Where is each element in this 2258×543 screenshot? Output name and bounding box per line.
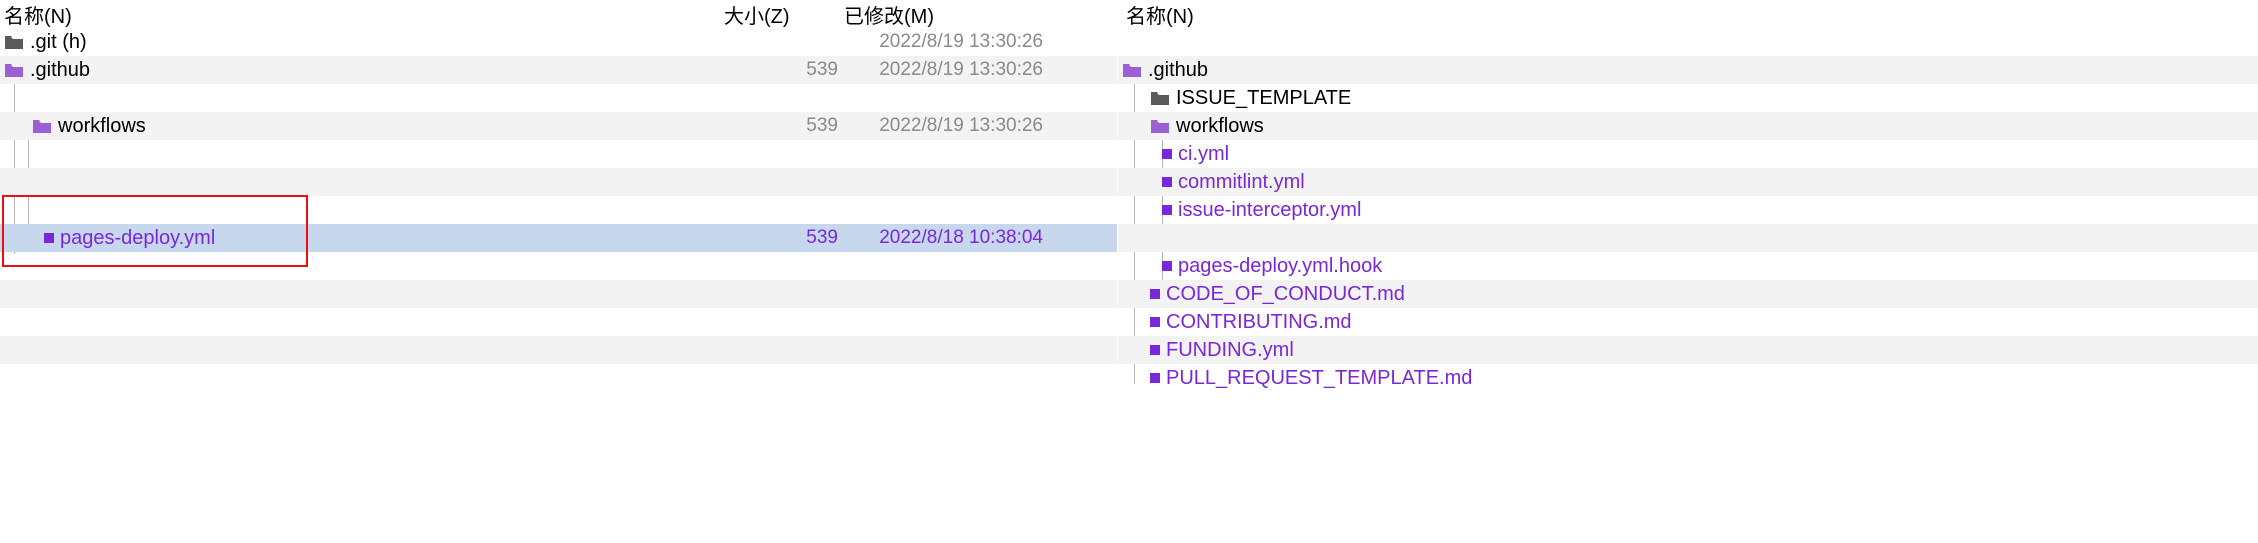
file-label: FUNDING.yml	[1166, 339, 1294, 362]
file-label: CONTRIBUTING.md	[1166, 311, 1352, 334]
file-icon	[1162, 205, 1172, 215]
cell-name: .github	[1122, 59, 1842, 82]
folder-icon	[4, 34, 24, 50]
empty-row	[1118, 224, 2258, 252]
file-icon	[1162, 149, 1172, 159]
cell-modified: 2022/8/19 13:30:26	[844, 115, 1113, 137]
folder-label: workflows	[58, 115, 146, 138]
empty-row	[0, 308, 1117, 336]
cell-name: .git (h)	[4, 31, 724, 54]
right-pane: 名称(N) .github ISSUE_TEMPLATE workflows ci.y…	[1118, 0, 2258, 543]
file-label: PULL_REQUEST_TEMPLATE.md	[1166, 367, 1472, 390]
file-label: ci.yml	[1178, 143, 1229, 166]
cell-name: pages-deploy.yml	[4, 227, 724, 250]
cell-name: workflows	[1122, 115, 1842, 138]
cell-name: FUNDING.yml	[1122, 339, 1842, 362]
col-header-name[interactable]: 名称(N)	[4, 0, 724, 29]
folder-icon	[1150, 118, 1170, 134]
cell-name: .github	[4, 59, 724, 82]
cell-name: workflows	[4, 115, 724, 138]
file-label: pages-deploy.yml	[60, 227, 215, 250]
cell-modified: 2022/8/19 13:30:26	[844, 31, 1113, 53]
file-label: issue-interceptor.yml	[1178, 199, 1361, 222]
cell-modified: 2022/8/19 13:30:26	[844, 59, 1113, 81]
file-row[interactable]: CODE_OF_CONDUCT.md	[1118, 280, 2258, 308]
folder-label: .github	[30, 59, 90, 82]
cell-modified: 2022/8/18 10:38:04	[844, 227, 1113, 249]
file-icon	[1150, 317, 1160, 327]
folder-row[interactable]: ISSUE_TEMPLATE	[1118, 84, 2258, 112]
folder-row[interactable]: .git (h) 2022/8/19 13:30:26	[0, 28, 1117, 56]
empty-row	[0, 196, 1117, 224]
folder-row[interactable]: .github	[1118, 56, 2258, 84]
empty-row	[0, 140, 1117, 168]
folder-label: ISSUE_TEMPLATE	[1176, 87, 1351, 110]
left-pane: 名称(N) 大小(Z) 已修改(M) .git (h) 2022/8/19 13:…	[0, 0, 1118, 543]
folder-icon	[4, 62, 24, 78]
col-header-name[interactable]: 名称(N)	[1122, 0, 1194, 29]
empty-row	[0, 336, 1117, 364]
empty-row	[0, 252, 1117, 280]
folder-icon	[1122, 62, 1142, 78]
folder-icon	[1150, 90, 1170, 106]
cell-name: pages-deploy.yml.hook	[1122, 255, 1842, 278]
right-rows: .github ISSUE_TEMPLATE workflows ci.yml comm…	[1118, 28, 2258, 392]
folder-row[interactable]: workflows 5392022/8/19 13:30:26	[0, 112, 1117, 140]
col-header-size[interactable]: 大小(Z)	[724, 0, 844, 29]
cell-name: PULL_REQUEST_TEMPLATE.md	[1122, 367, 1842, 390]
folder-row[interactable]: .github 5392022/8/19 13:30:26	[0, 56, 1117, 84]
folder-icon	[32, 118, 52, 134]
file-icon	[1150, 289, 1160, 299]
empty-row	[1118, 28, 2258, 56]
file-row[interactable]: ci.yml	[1118, 140, 2258, 168]
empty-row	[0, 84, 1117, 112]
cell-name: ISSUE_TEMPLATE	[1122, 87, 1842, 110]
cell-size: 539	[724, 115, 844, 137]
cell-size: 539	[724, 59, 844, 81]
file-row[interactable]: pages-deploy.yml 5392022/8/18 10:38:04	[0, 224, 1117, 252]
col-header-modified[interactable]: 已修改(M)	[844, 0, 1113, 29]
file-label: commitlint.yml	[1178, 171, 1305, 194]
folder-row[interactable]: workflows	[1118, 112, 2258, 140]
cell-name: CODE_OF_CONDUCT.md	[1122, 283, 1842, 306]
file-label: CODE_OF_CONDUCT.md	[1166, 283, 1405, 306]
file-row[interactable]: PULL_REQUEST_TEMPLATE.md	[1118, 364, 2258, 392]
file-icon	[44, 233, 54, 243]
file-row[interactable]: issue-interceptor.yml	[1118, 196, 2258, 224]
file-icon	[1162, 177, 1172, 187]
cell-name: ci.yml	[1122, 143, 1842, 166]
file-row[interactable]: FUNDING.yml	[1118, 336, 2258, 364]
left-rows: .git (h)2022/8/19 13:30:26.github5392022…	[0, 28, 1117, 392]
file-icon	[1150, 373, 1160, 383]
folder-label: .git (h)	[30, 31, 87, 54]
file-icon	[1150, 345, 1160, 355]
cell-name: issue-interceptor.yml	[1122, 199, 1842, 222]
right-header: 名称(N)	[1118, 0, 2258, 28]
file-icon	[1162, 261, 1172, 271]
left-header: 名称(N) 大小(Z) 已修改(M)	[0, 0, 1117, 28]
folder-label: workflows	[1176, 115, 1264, 138]
cell-name: CONTRIBUTING.md	[1122, 311, 1842, 334]
cell-size: 539	[724, 227, 844, 249]
empty-row	[0, 280, 1117, 308]
folder-label: .github	[1148, 59, 1208, 82]
file-row[interactable]: pages-deploy.yml.hook	[1118, 252, 2258, 280]
file-row[interactable]: commitlint.yml	[1118, 168, 2258, 196]
file-row[interactable]: CONTRIBUTING.md	[1118, 308, 2258, 336]
cell-name: commitlint.yml	[1122, 171, 1842, 194]
file-label: pages-deploy.yml.hook	[1178, 255, 1382, 278]
empty-row	[0, 168, 1117, 196]
empty-row	[0, 364, 1117, 392]
